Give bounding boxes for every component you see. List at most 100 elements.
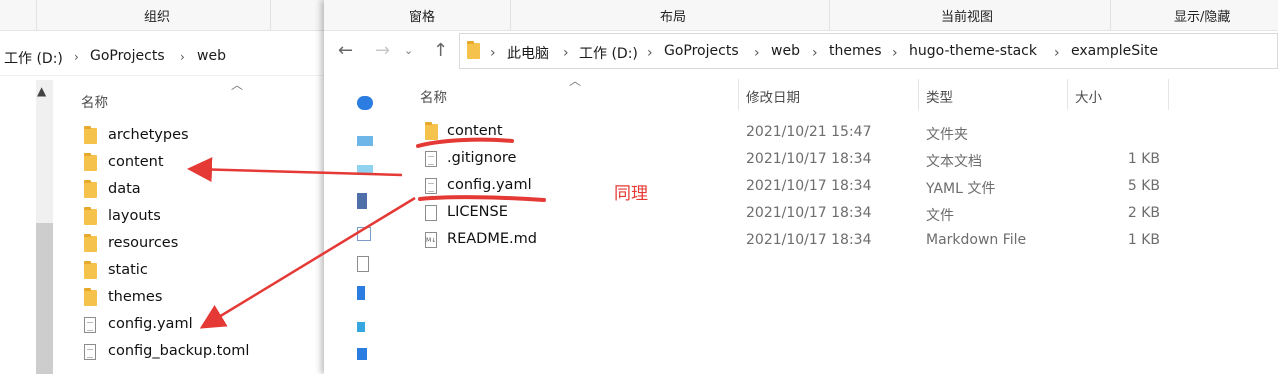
column-header-modified[interactable]: 修改日期	[746, 86, 800, 106]
folder-icon	[467, 41, 480, 59]
file-modified: 2021/10/17 18:34	[746, 151, 872, 167]
item-label: layouts	[108, 208, 161, 224]
folder-icon	[84, 261, 97, 279]
item-label: config_backup.toml	[108, 343, 250, 359]
music-icon[interactable]	[357, 322, 365, 332]
document-file-icon	[84, 344, 96, 360]
column-divider[interactable]	[738, 79, 739, 110]
breadcrumb-examplesite[interactable]: exampleSite	[1071, 43, 1158, 59]
item-label: resources	[108, 235, 179, 251]
videos-icon[interactable]	[357, 193, 367, 209]
yaml-file-icon	[425, 178, 437, 194]
onedrive-icon[interactable]	[357, 96, 373, 110]
chevron-right-icon[interactable]: ›	[74, 50, 79, 64]
sort-ascending-icon: ︿	[231, 78, 244, 92]
folder-icon	[84, 207, 97, 225]
file-size: 1 KB	[1127, 151, 1160, 167]
recent-locations-chevron-icon[interactable]: ⌄	[404, 44, 413, 57]
ribbon-pane-label[interactable]: 窗格	[409, 6, 435, 25]
markdown-file-icon: M↓	[425, 232, 437, 248]
chevron-right-icon[interactable]: ›	[892, 45, 898, 61]
folder-icon	[84, 234, 97, 252]
file-type: 文件	[926, 208, 954, 224]
annotation-text: 同理	[614, 184, 648, 204]
blank-file-icon	[425, 205, 437, 221]
ribbon-show-hide-label[interactable]: 显示/隐藏	[1174, 6, 1230, 25]
3d-objects-icon[interactable]	[357, 165, 373, 173]
back-arrow-icon[interactable]: ←	[338, 40, 353, 61]
folder-icon	[84, 126, 97, 144]
scroll-up-arrow-icon[interactable]: ▲	[37, 84, 46, 98]
item-label: themes	[108, 289, 163, 305]
nav-pane-scrollbar[interactable]	[36, 80, 53, 374]
column-header-name[interactable]: 名称	[420, 86, 447, 106]
forward-arrow-icon[interactable]: →	[375, 40, 390, 61]
chevron-right-icon[interactable]: ›	[563, 45, 569, 61]
column-divider[interactable]	[918, 79, 919, 110]
breadcrumb-web[interactable]: web	[771, 43, 800, 59]
file-modified: 2021/10/17 18:34	[746, 232, 872, 248]
item-label: content	[108, 154, 164, 170]
ribbon-current-view-label[interactable]: 当前视图	[941, 6, 993, 25]
column-header-type[interactable]: 类型	[926, 86, 953, 106]
ribbon-divider	[1110, 0, 1111, 30]
chevron-right-icon[interactable]: ›	[1054, 45, 1060, 61]
left-ribbon: 组织	[0, 0, 324, 31]
file-size: 1 KB	[1127, 232, 1160, 248]
breadcrumb-themes[interactable]: themes	[829, 43, 882, 59]
ribbon-divider	[36, 0, 37, 30]
file-name: README.md	[447, 231, 537, 247]
column-divider[interactable]	[1168, 79, 1169, 110]
file-modified: 2021/10/21 15:47	[746, 124, 872, 140]
ribbon-divider	[510, 0, 511, 30]
file-type: 文本文档	[926, 154, 982, 170]
downloads-icon[interactable]	[357, 286, 365, 300]
folder-icon	[84, 180, 97, 198]
column-header-size[interactable]: 大小	[1075, 86, 1102, 106]
ribbon-organize-label[interactable]: 组织	[144, 6, 170, 25]
pictures-icon[interactable]	[357, 227, 371, 241]
documents-icon[interactable]	[357, 256, 369, 272]
breadcrumb-goprojects[interactable]: GoProjects	[90, 48, 165, 64]
left-explorer-window: 组织 工作 (D:) › GoProjects › web ▲ ︿ 名称 arc…	[0, 0, 324, 374]
ribbon-layout-label[interactable]: 布局	[660, 6, 686, 25]
chevron-right-icon[interactable]: ›	[812, 45, 818, 61]
file-name: content	[447, 123, 503, 139]
file-type: Markdown File	[926, 232, 1027, 248]
breadcrumb-hugo-theme-stack[interactable]: hugo-theme-stack	[909, 43, 1037, 59]
item-label: archetypes	[108, 127, 189, 143]
right-ribbon: 窗格 布局 当前视图 显示/隐藏	[324, 0, 1278, 31]
item-label: config.yaml	[108, 316, 193, 332]
chevron-right-icon[interactable]: ›	[490, 45, 496, 61]
folder-icon	[84, 153, 97, 171]
file-size: 5 KB	[1127, 178, 1160, 194]
file-size: 2 KB	[1127, 205, 1160, 221]
chevron-right-icon[interactable]: ›	[754, 45, 760, 61]
file-modified: 2021/10/17 18:34	[746, 178, 872, 194]
up-arrow-icon[interactable]: ↑	[433, 40, 448, 61]
column-divider[interactable]	[1067, 79, 1068, 110]
breadcrumb-goprojects[interactable]: GoProjects	[664, 43, 739, 59]
computer-icon[interactable]	[357, 136, 373, 146]
ribbon-divider	[270, 0, 271, 30]
breadcrumb-web[interactable]: web	[197, 48, 226, 64]
item-label: static	[108, 262, 148, 278]
file-name: LICENSE	[447, 204, 508, 220]
left-column-header-name[interactable]: 名称	[81, 91, 108, 111]
chevron-right-icon[interactable]: ›	[180, 50, 185, 64]
scrollbar-thumb[interactable]	[36, 223, 53, 374]
folder-icon	[84, 288, 97, 306]
breadcrumb-drive[interactable]: 工作 (D:)	[4, 48, 63, 68]
breadcrumb-drive[interactable]: 工作 (D:)	[579, 43, 638, 63]
chevron-right-icon[interactable]: ›	[647, 45, 653, 61]
file-name: config.yaml	[447, 177, 532, 193]
item-label: data	[108, 181, 141, 197]
desktop-icon[interactable]	[357, 348, 367, 360]
file-name: .gitignore	[447, 150, 517, 166]
document-file-icon	[84, 317, 96, 333]
file-type: 文件夹	[926, 127, 968, 143]
text-file-icon	[425, 151, 437, 167]
breadcrumb-this-pc[interactable]: 此电脑	[507, 43, 549, 63]
file-modified: 2021/10/17 18:34	[746, 205, 872, 221]
file-type: YAML 文件	[926, 181, 996, 197]
